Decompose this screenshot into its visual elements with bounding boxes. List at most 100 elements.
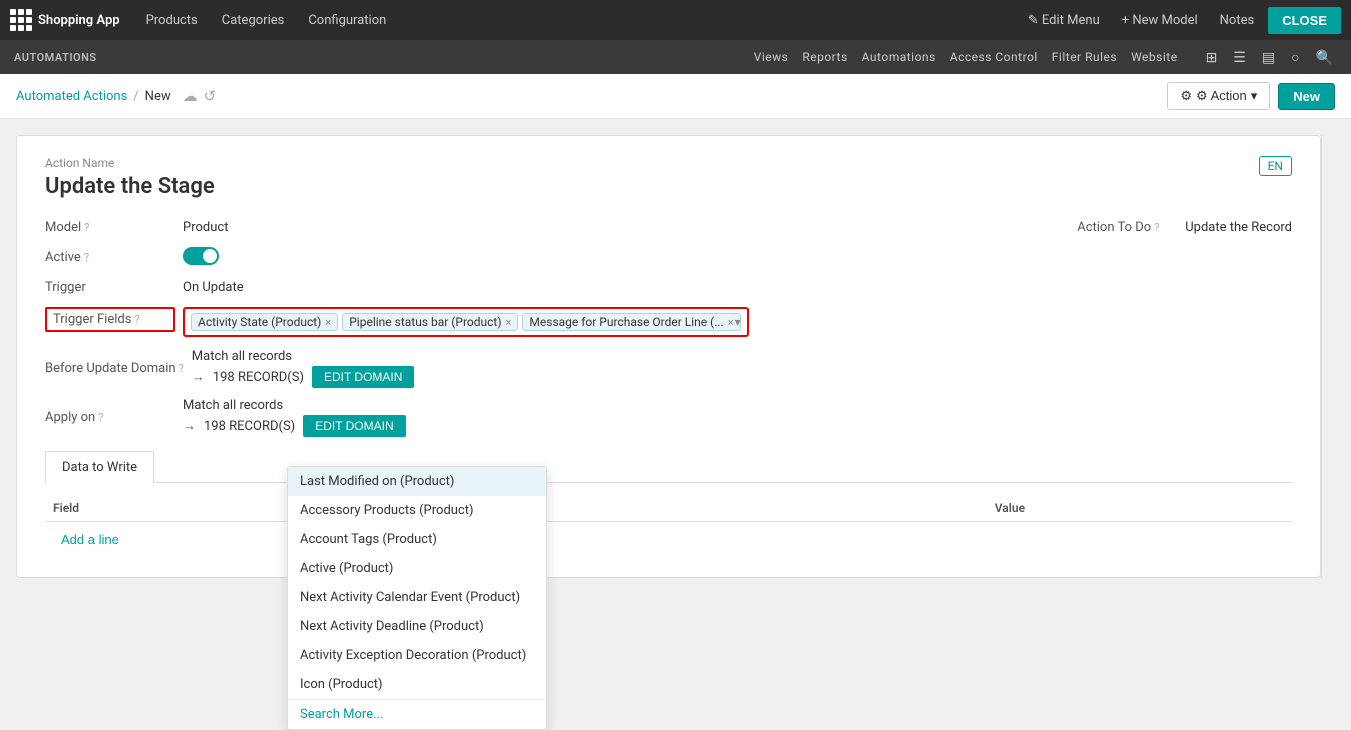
cloud-save-icon[interactable]: ☁ <box>183 87 198 105</box>
language-badge[interactable]: EN <box>1259 156 1292 176</box>
trigger-fields-dropdown[interactable]: Last Modified on (Product) Accessory Pro… <box>287 466 547 730</box>
trigger-fields-help-icon[interactable]: ? <box>134 313 139 326</box>
model-value: Product <box>183 217 228 235</box>
tab-bar: Data to Write <box>45 451 1292 483</box>
undo-icon[interactable]: ↺ <box>204 87 217 105</box>
nav-access-control[interactable]: Access Control <box>950 50 1038 64</box>
form-view-icon[interactable]: ▤ <box>1258 47 1279 68</box>
top-navigation: Shopping App Products Categories Configu… <box>0 0 1351 40</box>
apply-on-records: → 198 RECORD(S) EDIT DOMAIN <box>183 415 406 437</box>
chevron-down-icon: ▾ <box>1251 88 1258 104</box>
nav-reports[interactable]: Reports <box>802 50 847 64</box>
model-row: Model ? Product Action To Do ? Update th… <box>45 217 1292 235</box>
action-name-label: Action Name <box>45 156 1292 170</box>
trigger-row: Trigger On Update <box>45 277 1292 295</box>
breadcrumb-bar: Automated Actions / New ☁ ↺ ⚙ ⚙ Action ▾… <box>0 74 1351 119</box>
nav-filter-rules[interactable]: Filter Rules <box>1052 50 1117 64</box>
model-label: Model ? <box>45 217 175 235</box>
search-icon[interactable]: 🔍 <box>1312 47 1337 68</box>
before-update-domain-row: Before Update Domain ? Match all records… <box>45 349 1292 388</box>
apply-on-content: Match all records → 198 RECORD(S) EDIT D… <box>183 398 406 437</box>
app-logo[interactable]: Shopping App <box>10 9 120 31</box>
before-update-label: Before Update Domain ? <box>45 361 184 376</box>
secondary-nav-links: Views Reports Automations Access Control… <box>754 47 1337 68</box>
nav-configuration[interactable]: Configuration <box>298 9 396 32</box>
before-update-records: → 198 RECORD(S) EDIT DOMAIN <box>192 366 415 388</box>
dropdown-item-4[interactable]: Next Activity Calendar Event (Product) <box>288 583 546 612</box>
nav-views[interactable]: Views <box>754 50 789 64</box>
kanban-view-icon[interactable]: ⊞ <box>1202 47 1222 68</box>
col-field: Field <box>45 495 322 522</box>
dropdown-item-1[interactable]: Accessory Products (Product) <box>288 496 546 525</box>
before-update-record-count: 198 RECORD(S) <box>213 370 304 385</box>
view-icons: ⊞ ☰ ▤ ○ 🔍 <box>1202 47 1337 68</box>
action-button[interactable]: ⚙ ⚙ Action ▾ <box>1167 82 1270 110</box>
top-nav-right: ✎ Edit Menu + New Model Notes CLOSE <box>1020 7 1341 34</box>
automations-label: AUTOMATIONS <box>14 51 754 64</box>
before-update-edit-domain-button[interactable]: EDIT DOMAIN <box>312 366 414 388</box>
scrollbar[interactable] <box>1321 135 1335 578</box>
active-help-icon[interactable]: ? <box>84 251 89 264</box>
dropdown-item-3[interactable]: Active (Product) <box>288 554 546 583</box>
toggle-switch[interactable] <box>183 247 219 265</box>
trigger-fields-input[interactable]: Activity State (Product) × Pipeline stat… <box>183 307 749 337</box>
dropdown-item-2[interactable]: Account Tags (Product) <box>288 525 546 554</box>
nav-automations[interactable]: Automations <box>862 50 936 64</box>
nav-categories[interactable]: Categories <box>212 9 295 32</box>
tab-data-to-write[interactable]: Data to Write <box>45 451 154 483</box>
main-nav-links: Products Categories Configuration <box>136 9 1020 32</box>
apply-on-record-count: 198 RECORD(S) <box>204 419 295 434</box>
dropdown-item-7[interactable]: Icon (Product) <box>288 670 546 699</box>
arrow-right-icon: → <box>192 369 205 385</box>
breadcrumb-separator: / <box>133 89 138 104</box>
pencil-icon: ✎ <box>1028 13 1042 28</box>
apply-on-help-icon[interactable]: ? <box>98 411 103 424</box>
action-to-do-value: Update the Record <box>1185 217 1292 235</box>
active-row: Active ? <box>45 247 1292 265</box>
trigger-fields-label: Trigger Fields ? <box>45 307 175 332</box>
dropdown-arrow-icon: ▾ <box>735 315 741 329</box>
list-view-icon[interactable]: ☰ <box>1229 47 1250 68</box>
breadcrumb: Automated Actions / New ☁ ↺ <box>16 87 1167 105</box>
dropdown-search-more[interactable]: Search More... <box>288 699 546 729</box>
dropdown-item-0[interactable]: Last Modified on (Product) <box>288 467 546 496</box>
form-title: Update the Stage <box>45 174 1292 199</box>
new-model-link[interactable]: + New Model <box>1114 9 1206 32</box>
dropdown-item-5[interactable]: Next Activity Deadline (Product) <box>288 612 546 641</box>
clock-icon[interactable]: ○ <box>1287 47 1303 67</box>
data-table: Field Evaluation Type Value Add a line <box>45 495 1292 557</box>
apply-on-arrow-icon: → <box>183 418 196 434</box>
before-update-match: Match all records <box>192 349 415 364</box>
breadcrumb-right-actions: ⚙ ⚙ Action ▾ New <box>1167 82 1335 110</box>
before-update-help-icon[interactable]: ? <box>179 362 184 375</box>
edit-menu-link[interactable]: ✎ Edit Menu <box>1020 9 1108 32</box>
remove-tag-activity-state[interactable]: × <box>325 316 331 329</box>
dropdown-item-6[interactable]: Activity Exception Decoration (Product) <box>288 641 546 670</box>
gear-icon: ⚙ <box>1180 88 1192 104</box>
main-content: EN Action Name Update the Stage Model ? … <box>0 119 1351 594</box>
plus-icon: + <box>1122 13 1133 28</box>
apply-on-row: Apply on ? Match all records → 198 RECOR… <box>45 398 1292 437</box>
active-toggle[interactable] <box>183 247 219 265</box>
grid-icon <box>10 9 32 31</box>
new-button[interactable]: New <box>1278 83 1335 110</box>
apply-on-label: Apply on ? <box>45 410 175 425</box>
close-button[interactable]: CLOSE <box>1268 7 1341 34</box>
tag-pipeline-status: Pipeline status bar (Product) × <box>342 313 518 331</box>
nav-products[interactable]: Products <box>136 9 208 32</box>
model-help-icon[interactable]: ? <box>84 221 89 234</box>
nav-website[interactable]: Website <box>1131 50 1177 64</box>
breadcrumb-parent[interactable]: Automated Actions <box>16 89 127 104</box>
remove-tag-pipeline-status[interactable]: × <box>506 316 512 329</box>
tag-activity-state: Activity State (Product) × <box>191 313 338 331</box>
apply-on-edit-domain-button[interactable]: EDIT DOMAIN <box>303 415 405 437</box>
active-label: Active ? <box>45 247 175 265</box>
before-update-content: Match all records → 198 RECORD(S) EDIT D… <box>192 349 415 388</box>
add-line-button[interactable]: Add a line <box>53 528 127 551</box>
apply-on-match: Match all records <box>183 398 406 413</box>
action-to-do-help-icon[interactable]: ? <box>1154 221 1159 234</box>
action-to-do-label: Action To Do ? <box>1077 217 1177 235</box>
notes-link[interactable]: Notes <box>1212 9 1263 32</box>
trigger-fields-row: Trigger Fields ? Activity State (Product… <box>45 307 1292 337</box>
remove-tag-message-purchase[interactable]: × <box>728 316 734 329</box>
